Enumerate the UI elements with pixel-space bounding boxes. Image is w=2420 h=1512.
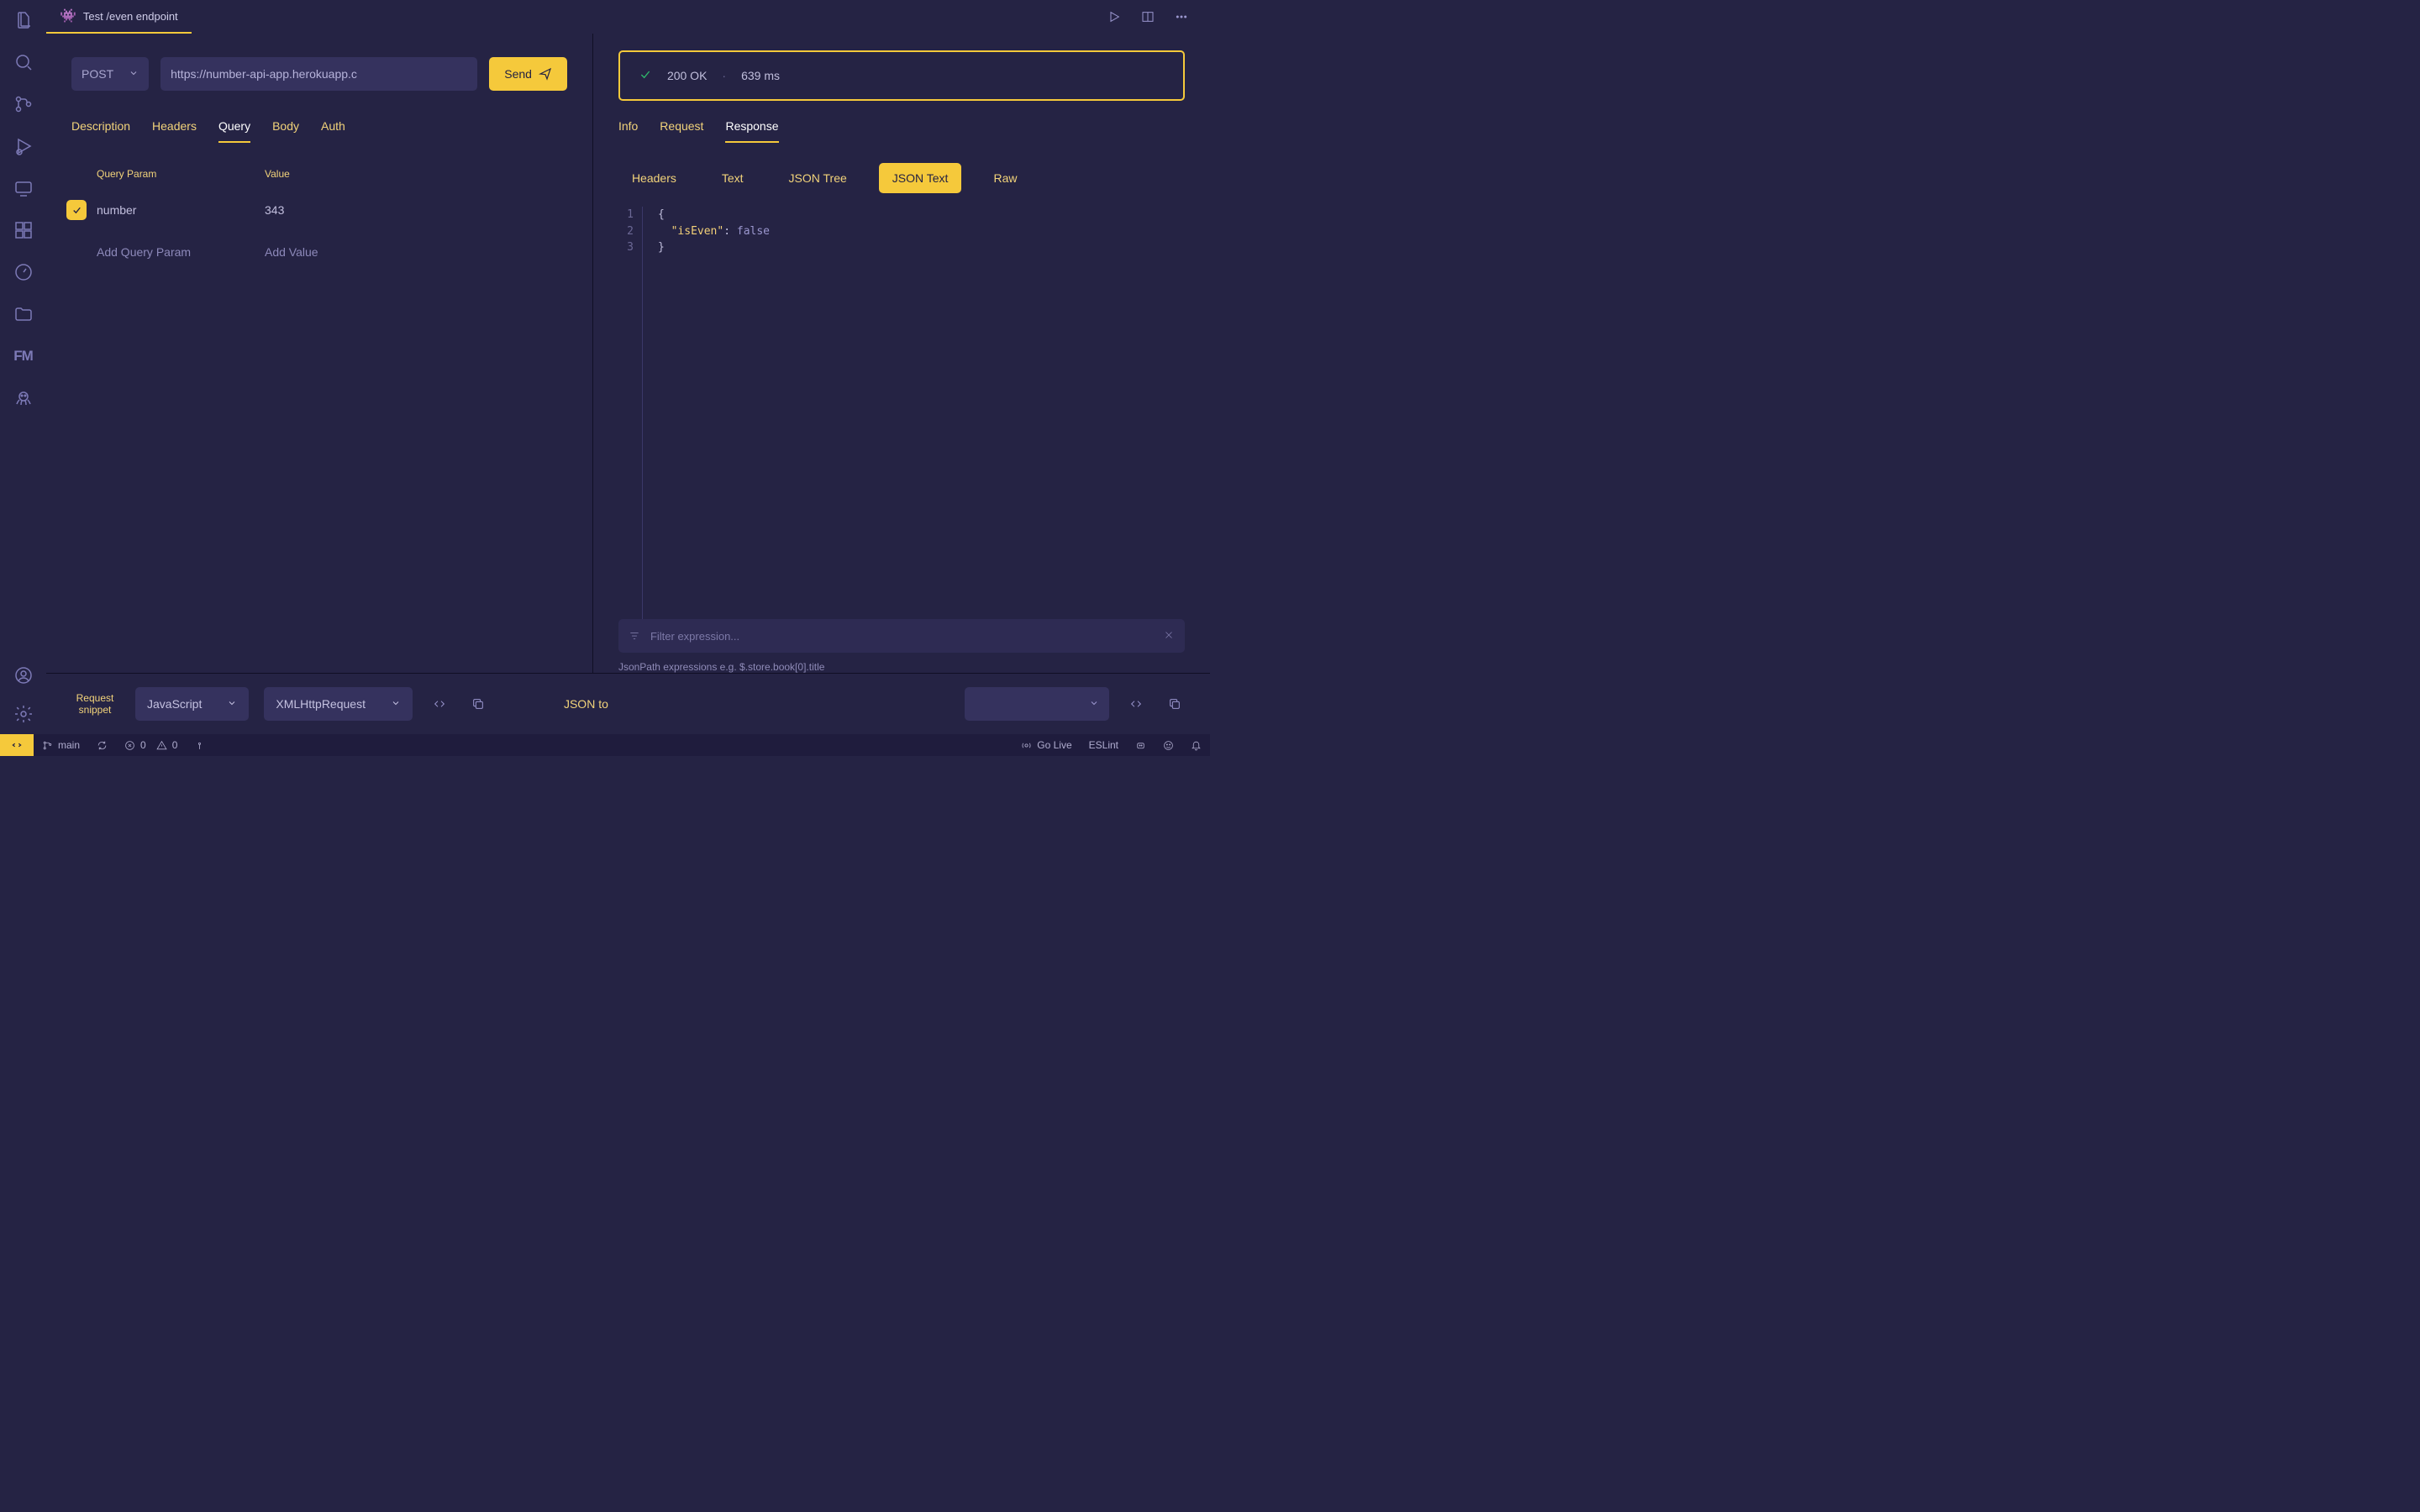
request-tabs: Description Headers Query Body Auth [71,119,567,143]
folder-icon[interactable] [12,302,35,326]
url-text: https://number-api-app.herokuapp.c [171,67,357,81]
clear-filter-icon[interactable] [1163,629,1175,643]
subtab-headers[interactable]: Headers [618,163,690,193]
status-time: 639 ms [741,69,780,82]
filter-icon [629,630,640,642]
request-tab-headers[interactable]: Headers [152,119,197,143]
method-value: POST [82,67,113,81]
chevron-down-icon [227,697,237,711]
chevron-down-icon [391,697,401,711]
sync-icon[interactable] [88,734,116,756]
chevron-down-icon [1089,698,1099,711]
more-icon[interactable] [1170,5,1193,29]
method-select[interactable]: POST [71,57,149,91]
port-icon[interactable] [186,734,213,756]
status-bar: main 0 0 Go Live ESLint [0,734,1210,756]
request-tab-auth[interactable]: Auth [321,119,345,143]
response-tab-request[interactable]: Request [660,119,703,143]
remote-explorer-icon[interactable] [12,176,35,200]
query-header-value: Value [265,168,290,180]
feedback-icon[interactable] [1155,740,1182,751]
query-row-checkbox[interactable] [66,200,87,220]
tab-octopus-icon: 👾 [60,8,76,24]
snippet-client-select[interactable]: XMLHttpRequest [264,687,413,721]
copy-icon[interactable] [1163,692,1186,716]
url-input[interactable]: https://number-api-app.herokuapp.c [160,57,477,91]
problems-errors[interactable]: 0 0 [116,734,186,756]
filter-hint: JsonPath expressions e.g. $.store.book[0… [618,661,1185,673]
gauge-icon[interactable] [12,260,35,284]
response-tabs: Info Request Response [618,119,1185,143]
add-query-value[interactable]: Add Value [265,245,318,259]
send-icon [539,67,552,81]
status-code: 200 OK [667,69,707,82]
warning-count: 0 [172,739,178,751]
status-separator: · [722,69,726,82]
search-icon[interactable] [12,50,35,74]
response-tab-info[interactable]: Info [618,119,638,143]
subtab-text[interactable]: Text [708,163,757,193]
bottom-bar: Requestsnippet JavaScript XMLHttpRequest… [46,673,1210,734]
snippet-label: Requestsnippet [70,692,120,717]
debug-icon[interactable] [12,134,35,158]
error-count: 0 [140,739,146,751]
run-icon[interactable] [1102,5,1126,29]
snippet-lang-select[interactable]: JavaScript [135,687,249,721]
account-icon[interactable] [12,664,35,687]
status-check-icon [639,68,652,84]
query-row: number 343 [97,200,567,220]
editor-tab[interactable]: 👾 Test /even endpoint [46,0,192,34]
request-tab-body[interactable]: Body [272,119,299,143]
chevron-down-icon [129,67,139,81]
copilot-icon[interactable] [1127,740,1155,751]
request-tab-description[interactable]: Description [71,119,130,143]
json-to-label: JSON to [564,697,608,711]
branch-name: main [58,739,80,751]
explorer-icon[interactable] [12,8,35,32]
query-table: Query Param Value number 343 Add Query P… [71,168,567,259]
json-view: 123 { "isEven": false} [618,207,1185,619]
code-icon[interactable] [428,692,451,716]
status-box: 200 OK · 639 ms [618,50,1185,101]
query-header-param: Query Param [97,168,265,180]
snippet-client: XMLHttpRequest [276,697,366,711]
eslint[interactable]: ESLint [1081,739,1127,751]
snippet-lang: JavaScript [147,697,202,711]
subtab-json-text[interactable]: JSON Text [879,163,962,193]
add-query-param[interactable]: Add Query Param [97,245,265,259]
query-add-row: Add Query Param Add Value [97,245,567,259]
git-branch[interactable]: main [34,734,88,756]
eslint-label: ESLint [1089,739,1118,751]
copy-icon[interactable] [466,692,490,716]
response-sub-tabs: Headers Text JSON Tree JSON Text Raw [618,163,1185,193]
subtab-json-tree[interactable]: JSON Tree [776,163,860,193]
query-param-name[interactable]: number [97,203,265,217]
filter-input[interactable]: Filter expression... [618,619,1185,653]
bell-icon[interactable] [1182,740,1210,751]
extensions-icon[interactable] [12,218,35,242]
filter-placeholder: Filter expression... [650,630,739,643]
response-tab-response[interactable]: Response [725,119,778,143]
send-label: Send [504,67,532,81]
octopus-icon[interactable] [12,386,35,410]
fm-icon[interactable]: FM [12,344,35,368]
code-body[interactable]: { "isEven": false} [642,207,770,619]
remote-indicator[interactable] [0,734,34,756]
go-live-label: Go Live [1037,739,1071,751]
send-button[interactable]: Send [489,57,567,91]
tab-title: Test /even endpoint [83,10,178,23]
json-to-select[interactable] [965,687,1109,721]
subtab-raw[interactable]: Raw [980,163,1030,193]
activity-bar: FM [0,0,46,734]
query-param-value[interactable]: 343 [265,203,284,217]
tab-bar: 👾 Test /even endpoint [46,0,1210,34]
source-control-icon[interactable] [12,92,35,116]
request-tab-query[interactable]: Query [218,119,250,143]
go-live[interactable]: Go Live [1013,739,1080,751]
code-icon[interactable] [1124,692,1148,716]
line-gutter: 123 [618,207,642,619]
settings-gear-icon[interactable] [12,702,35,726]
split-editor-icon[interactable] [1136,5,1160,29]
